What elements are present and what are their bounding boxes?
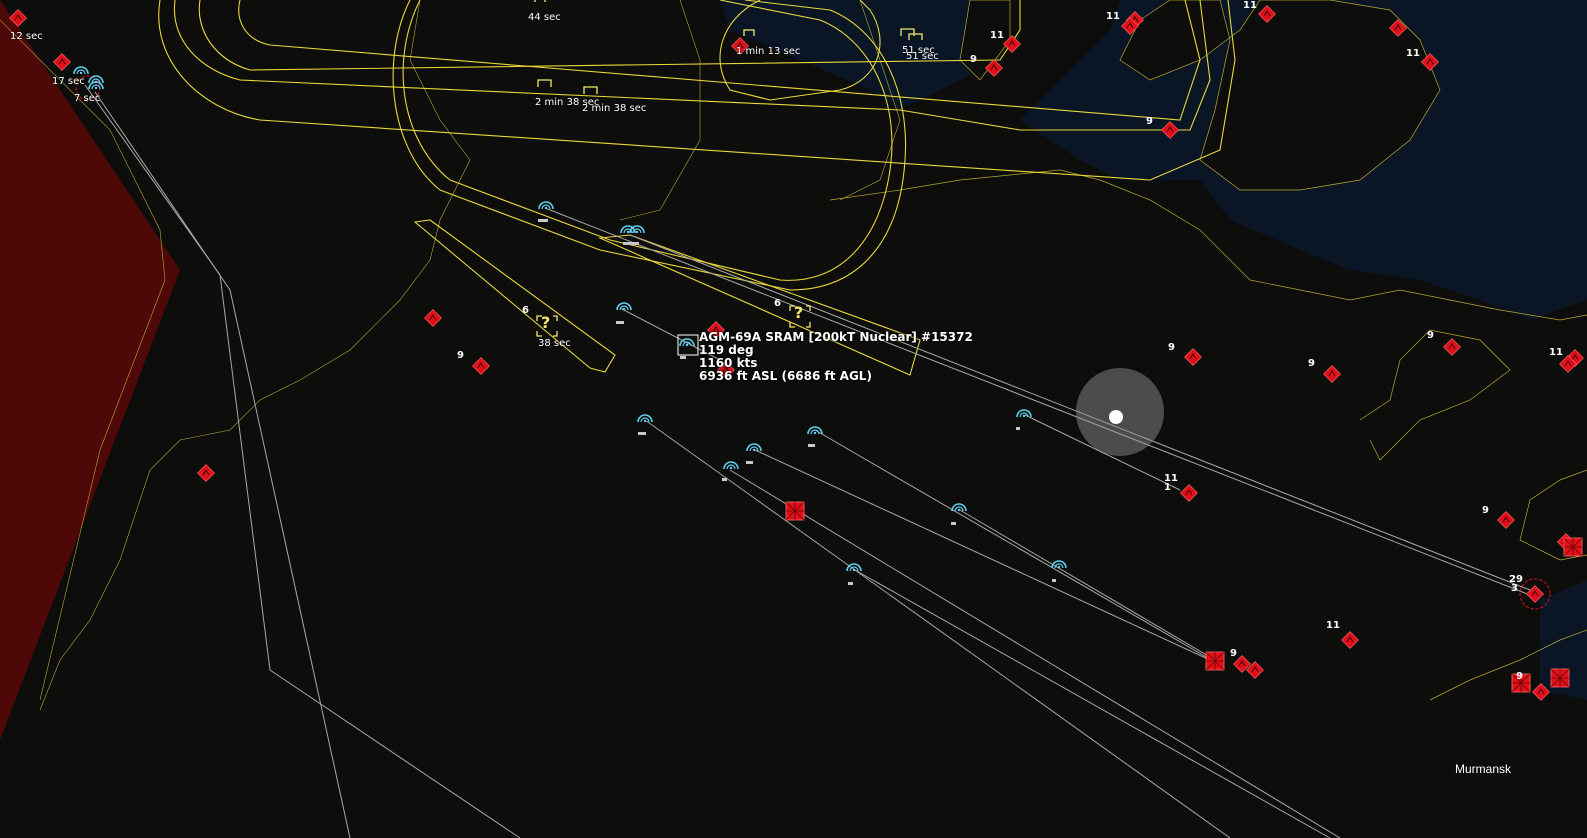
missile-icon[interactable] [1016,409,1032,419]
hostile-unit-icon[interactable] [424,309,442,327]
unknown-contact-marker[interactable]: ? [794,303,803,322]
missile-icon[interactable] [746,443,762,453]
hostile-facility-icon[interactable] [1550,668,1570,688]
unit-count-label: 9 [1230,648,1237,659]
hostile-unit-icon[interactable] [1161,121,1179,139]
hostile-unit-icon[interactable] [985,59,1003,77]
unit-count-label: 9 [1308,358,1315,369]
missile-icon[interactable] [1051,560,1067,570]
unit-count-label: 9 [1146,116,1153,127]
time-to-target-label: 44 sec [528,12,561,23]
tactical-map[interactable]: 12 sec 17 sec 7 sec 44 sec 1 min 13 sec … [0,0,1587,838]
hostile-unit-icon[interactable] [1341,631,1359,649]
unit-count-label: 3 [1511,583,1518,594]
hostile-unit-icon[interactable] [1003,35,1021,53]
unknown-contact-brackets [534,0,923,337]
unit-count-label: 9 [970,54,977,65]
unit-count-label: 6 [774,298,781,309]
unit-count-label: 9 [457,350,464,361]
unit-count-label: 11 [1106,11,1120,22]
time-to-target-label: 51 sec [906,51,939,62]
hostile-unit-icon[interactable] [9,9,27,27]
unit-info-tooltip: AGM-69A SRAM [200kT Nuclear] #15372 119 … [699,331,973,383]
hostile-unit-icon[interactable] [1526,585,1544,603]
hostile-facility-icon[interactable] [1205,651,1225,671]
missile-icon[interactable] [951,503,967,513]
unit-count-label: 11 [990,30,1004,41]
unit-markers [538,219,1056,585]
unit-count-label: 9 [1516,671,1523,682]
time-to-target-label: 7 sec [74,93,101,104]
time-to-target-label: 2 min 38 sec [582,103,647,114]
unit-count-label: 9 [1427,330,1434,341]
hostile-unit-icon[interactable] [1497,511,1515,529]
unit-count-label: 11 [1549,347,1563,358]
unit-altitude: 6936 ft ASL (6686 ft AGL) [699,369,872,383]
time-to-target-label: 17 sec [52,76,85,87]
hostile-unit-icon[interactable] [53,53,71,71]
hostile-unit-icon[interactable] [1180,484,1198,502]
time-to-target-label: 12 sec [10,31,43,42]
missile-icon[interactable] [637,414,653,424]
unit-count-label: 11 [1326,620,1340,631]
hostile-unit-icon[interactable] [1421,53,1439,71]
hostile-unit-icon[interactable] [1532,683,1550,701]
hostile-facility-icon[interactable] [785,501,805,521]
hostile-unit-icon[interactable] [1443,338,1461,356]
hostile-units-layer [9,0,1584,701]
hostile-unit-icon[interactable] [1323,365,1341,383]
unit-count-label: 1 [1164,482,1171,493]
missile-icon[interactable] [616,302,632,312]
missile-icon[interactable] [723,461,739,471]
unit-count-label: 6 [522,305,529,316]
hostile-unit-icon[interactable] [1389,19,1407,37]
unit-count-label: 11 [1243,0,1257,11]
unknown-contact-marker[interactable]: ? [541,313,550,332]
hostile-unit-icon[interactable] [472,357,490,375]
missile-icon[interactable] [807,426,823,436]
missile-icon[interactable] [846,563,862,573]
hostile-unit-icon[interactable] [1258,5,1276,23]
missile-icon[interactable] [679,338,695,348]
time-to-target-label: 1 min 13 sec [736,46,801,57]
missile-icon[interactable] [73,66,89,75]
time-to-target-label: 38 sec [538,338,571,349]
unit-count-label: 9 [1168,342,1175,353]
hostile-unit-icon[interactable] [197,464,215,482]
missile-icon[interactable] [538,201,554,210]
city-label: Murmansk [1455,762,1512,776]
unit-count-label: 11 [1406,48,1420,59]
unit-count-label: 9 [1482,505,1489,516]
hostile-facility-icon[interactable] [1563,537,1583,557]
hostile-unit-icon[interactable] [1184,348,1202,366]
